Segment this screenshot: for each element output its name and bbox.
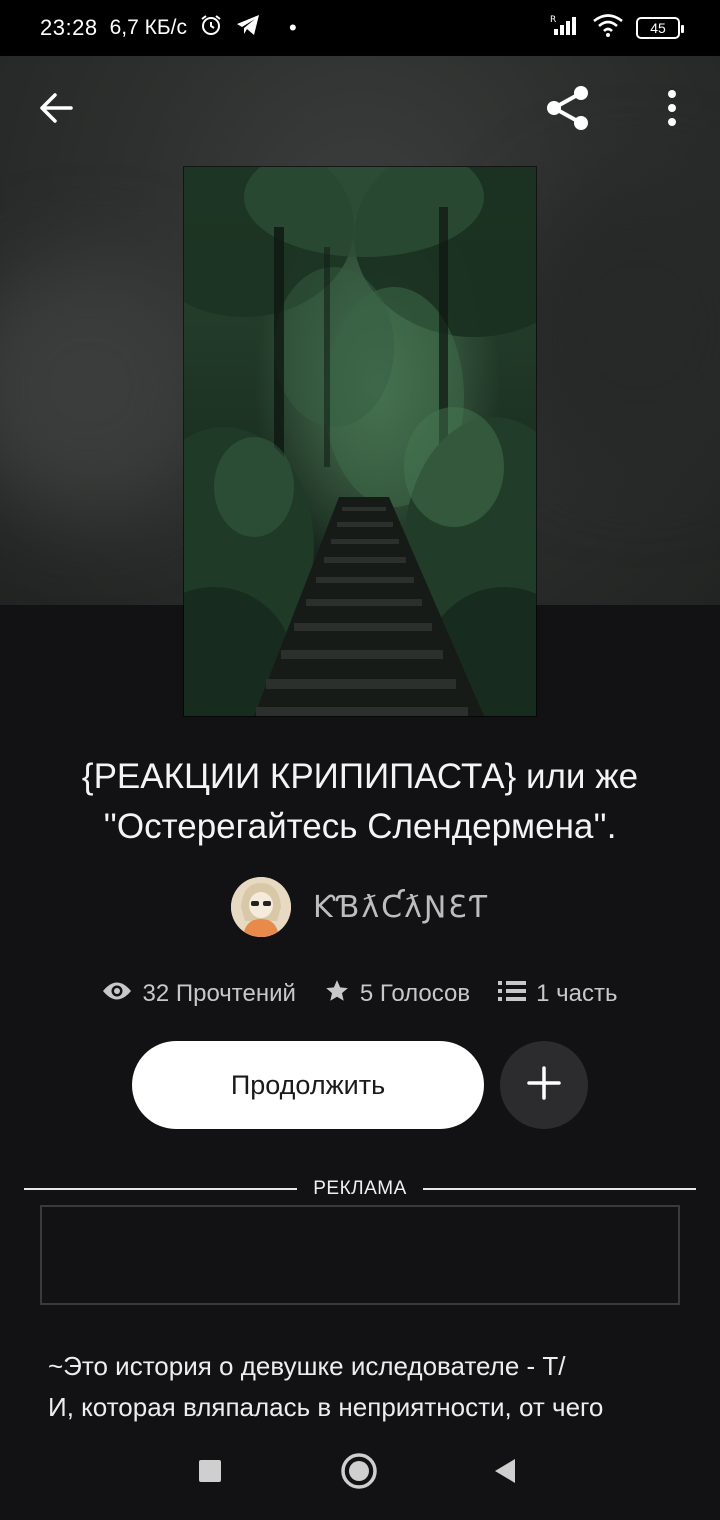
story-cover-image[interactable]	[184, 167, 536, 716]
svg-text:R: R	[550, 15, 556, 25]
triangle-back-icon	[493, 1457, 519, 1490]
parts-count: 1 часть	[536, 980, 618, 1007]
battery-indicator: 45	[636, 17, 684, 39]
plus-icon	[526, 1065, 562, 1106]
status-right: R 45	[550, 13, 684, 43]
recents-button[interactable]	[180, 1448, 240, 1498]
status-left: 23:28 6,7 КБ/с •	[40, 13, 297, 43]
share-icon	[543, 83, 593, 138]
circle-icon	[340, 1452, 378, 1495]
ad-divider: РЕКЛАМА	[24, 1176, 696, 1202]
stat-parts: 1 часть	[498, 979, 618, 1010]
reads-count: 32 Прочтений	[142, 980, 296, 1007]
alarm-icon	[199, 13, 223, 43]
continue-reading-button[interactable]: Продолжить	[132, 1041, 484, 1129]
arrow-left-icon	[37, 89, 75, 132]
status-time: 23:28	[40, 15, 98, 40]
home-button[interactable]	[329, 1448, 389, 1498]
divider-line	[422, 1188, 696, 1190]
author-link[interactable]: ƘƁƛƇƛƝƐƬ	[0, 876, 720, 938]
stat-reads: 32 Прочтений	[102, 980, 296, 1009]
votes-count: 5 Голосов	[359, 980, 471, 1007]
back-button[interactable]	[28, 78, 84, 142]
story-details-screen: 23:28 6,7 КБ/с • R 45 {РЕАКЦИИ КРИПИПАСТ…	[0, 0, 720, 1520]
share-button[interactable]	[540, 78, 596, 142]
author-avatar[interactable]	[230, 877, 291, 937]
wifi-icon	[592, 13, 624, 43]
more-options-button[interactable]	[644, 78, 700, 142]
story-stats: 32 Прочтений 5 Голосов 1 часть	[0, 972, 720, 1016]
telegram-icon	[235, 13, 261, 43]
stat-votes: 5 Голосов	[324, 978, 470, 1011]
divider-line	[24, 1188, 298, 1190]
more-vertical-icon	[666, 88, 678, 133]
status-bar: 23:28 6,7 КБ/с • R 45	[0, 0, 720, 56]
author-name[interactable]: ƘƁƛƇƛƝƐƬ	[313, 890, 489, 925]
add-to-library-button[interactable]	[500, 1041, 588, 1129]
story-title: {РЕАКЦИИ КРИПИПАСТА} или же ''Остерегайт…	[81, 757, 639, 846]
back-nav-button[interactable]	[476, 1448, 536, 1498]
signal-icon: R	[550, 13, 580, 43]
star-icon	[324, 978, 350, 1011]
ad-container[interactable]	[40, 1205, 680, 1305]
story-description: ~Это история о девушке иcледователе - Т/…	[48, 1346, 688, 1428]
notification-dot-icon: •	[288, 15, 297, 40]
description-line: ~Это история о девушке иcледователе - Т/	[48, 1351, 566, 1381]
eye-icon	[102, 980, 132, 1009]
list-icon	[498, 979, 527, 1010]
status-network-speed: 6,7 КБ/с	[109, 16, 187, 39]
ad-label: РЕКЛАМА	[313, 1178, 407, 1199]
square-icon	[198, 1459, 222, 1488]
